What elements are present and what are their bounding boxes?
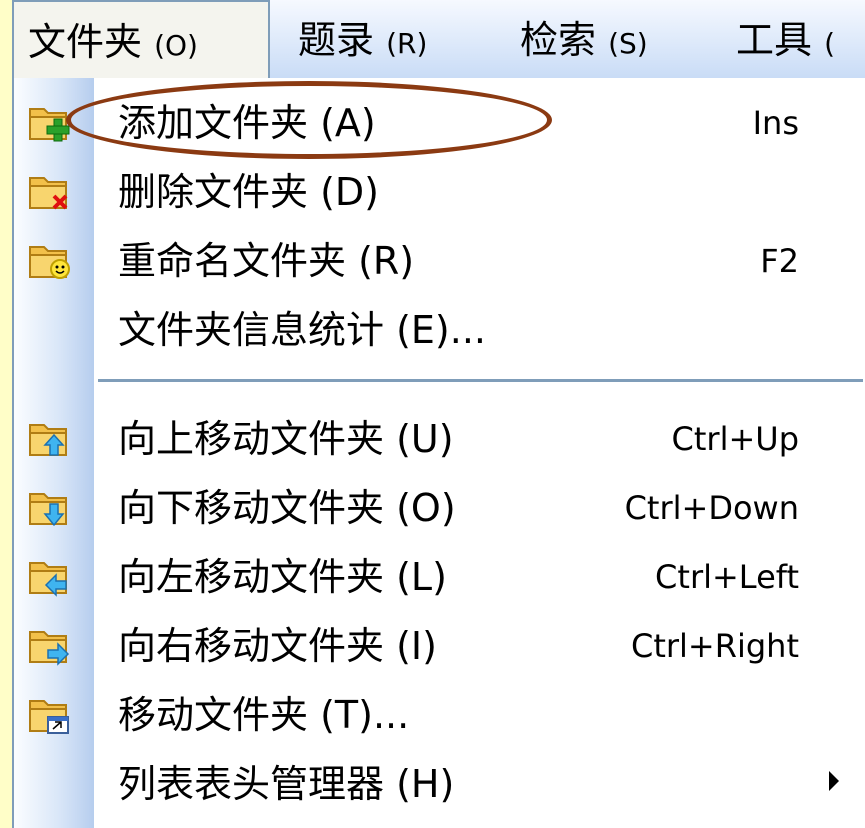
menu-search-accel: (S) xyxy=(608,27,648,60)
menu-tools[interactable]: 工具 ( xyxy=(736,0,835,78)
folder-move-left-icon xyxy=(29,562,67,597)
menu-item-folder-statistics[interactable]: 文件夹信息统计 (E)... xyxy=(14,296,865,364)
menu-item-label: 向左移动文件夹 (L) xyxy=(118,555,447,599)
menu-tools-label: 工具 xyxy=(736,18,825,62)
menu-bar: 文件夹 (O) 题录 (R) 检索 (S) 工具 ( xyxy=(12,0,865,80)
folder-rename-icon xyxy=(29,246,70,279)
folder-delete-icon xyxy=(29,177,68,210)
menu-references-accel: (R) xyxy=(386,27,428,60)
menu-item-label: 列表表头管理器 (H) xyxy=(118,762,455,806)
menu-item-move-folder-up[interactable]: 向上移动文件夹 (U) Ctrl+Up xyxy=(14,405,865,473)
menu-item-label: 添加文件夹 (A) xyxy=(118,101,376,145)
folder-move-icon xyxy=(29,700,69,734)
menu-search[interactable]: 检索 (S) xyxy=(520,0,648,78)
menu-item-label: 向右移动文件夹 (I) xyxy=(118,624,437,668)
menu-folder-label: 文件夹 xyxy=(28,20,155,64)
menu-item-move-folder[interactable]: 移动文件夹 (T)... xyxy=(14,681,865,749)
submenu-arrow-icon xyxy=(829,771,839,791)
menu-item-label: 文件夹信息统计 (E)... xyxy=(118,308,486,352)
menu-item-move-folder-left[interactable]: 向左移动文件夹 (L) Ctrl+Left xyxy=(14,543,865,611)
menu-item-label: 移动文件夹 (T)... xyxy=(118,693,410,737)
menu-item-delete-folder[interactable]: 删除文件夹 (D) xyxy=(14,158,865,226)
menu-tools-accel: ( xyxy=(824,27,836,60)
menu-item-shortcut: Ctrl+Left xyxy=(655,558,799,596)
menu-item-label: 向上移动文件夹 (U) xyxy=(118,417,454,461)
menu-item-shortcut: Ins xyxy=(752,104,799,142)
folder-dropdown-menu: 添加文件夹 (A) Ins 删除文件夹 (D) 重命名文件夹 (R) F2 文件… xyxy=(12,78,865,828)
menu-item-move-folder-down[interactable]: 向下移动文件夹 (O) Ctrl+Down xyxy=(14,474,865,542)
menu-item-label: 重命名文件夹 (R) xyxy=(118,239,415,283)
menu-item-shortcut: F2 xyxy=(760,242,799,280)
menu-folder[interactable]: 文件夹 (O) xyxy=(12,0,270,80)
menu-item-shortcut: Ctrl+Right xyxy=(630,627,799,665)
menu-item-add-folder[interactable]: 添加文件夹 (A) Ins xyxy=(14,89,865,157)
menu-references[interactable]: 题录 (R) xyxy=(298,0,427,78)
menu-item-shortcut: Ctrl+Up xyxy=(671,420,799,458)
menu-folder-accel: (O) xyxy=(154,29,198,62)
menu-item-rename-folder[interactable]: 重命名文件夹 (R) F2 xyxy=(14,227,865,295)
menu-item-move-folder-right[interactable]: 向右移动文件夹 (I) Ctrl+Right xyxy=(14,612,865,680)
menu-item-column-header-manager[interactable]: 列表表头管理器 (H) xyxy=(14,750,865,818)
folder-move-down-icon xyxy=(29,493,67,527)
menu-item-shortcut: Ctrl+Down xyxy=(624,489,799,527)
menu-separator xyxy=(98,379,863,382)
folder-move-right-icon xyxy=(29,631,70,666)
folder-add-icon xyxy=(29,108,70,142)
menu-search-label: 检索 xyxy=(520,18,609,62)
menu-item-label: 向下移动文件夹 (O) xyxy=(118,486,456,530)
folder-move-up-icon xyxy=(29,424,67,456)
menu-references-label: 题录 xyxy=(298,18,387,62)
menu-item-label: 删除文件夹 (D) xyxy=(118,170,379,214)
